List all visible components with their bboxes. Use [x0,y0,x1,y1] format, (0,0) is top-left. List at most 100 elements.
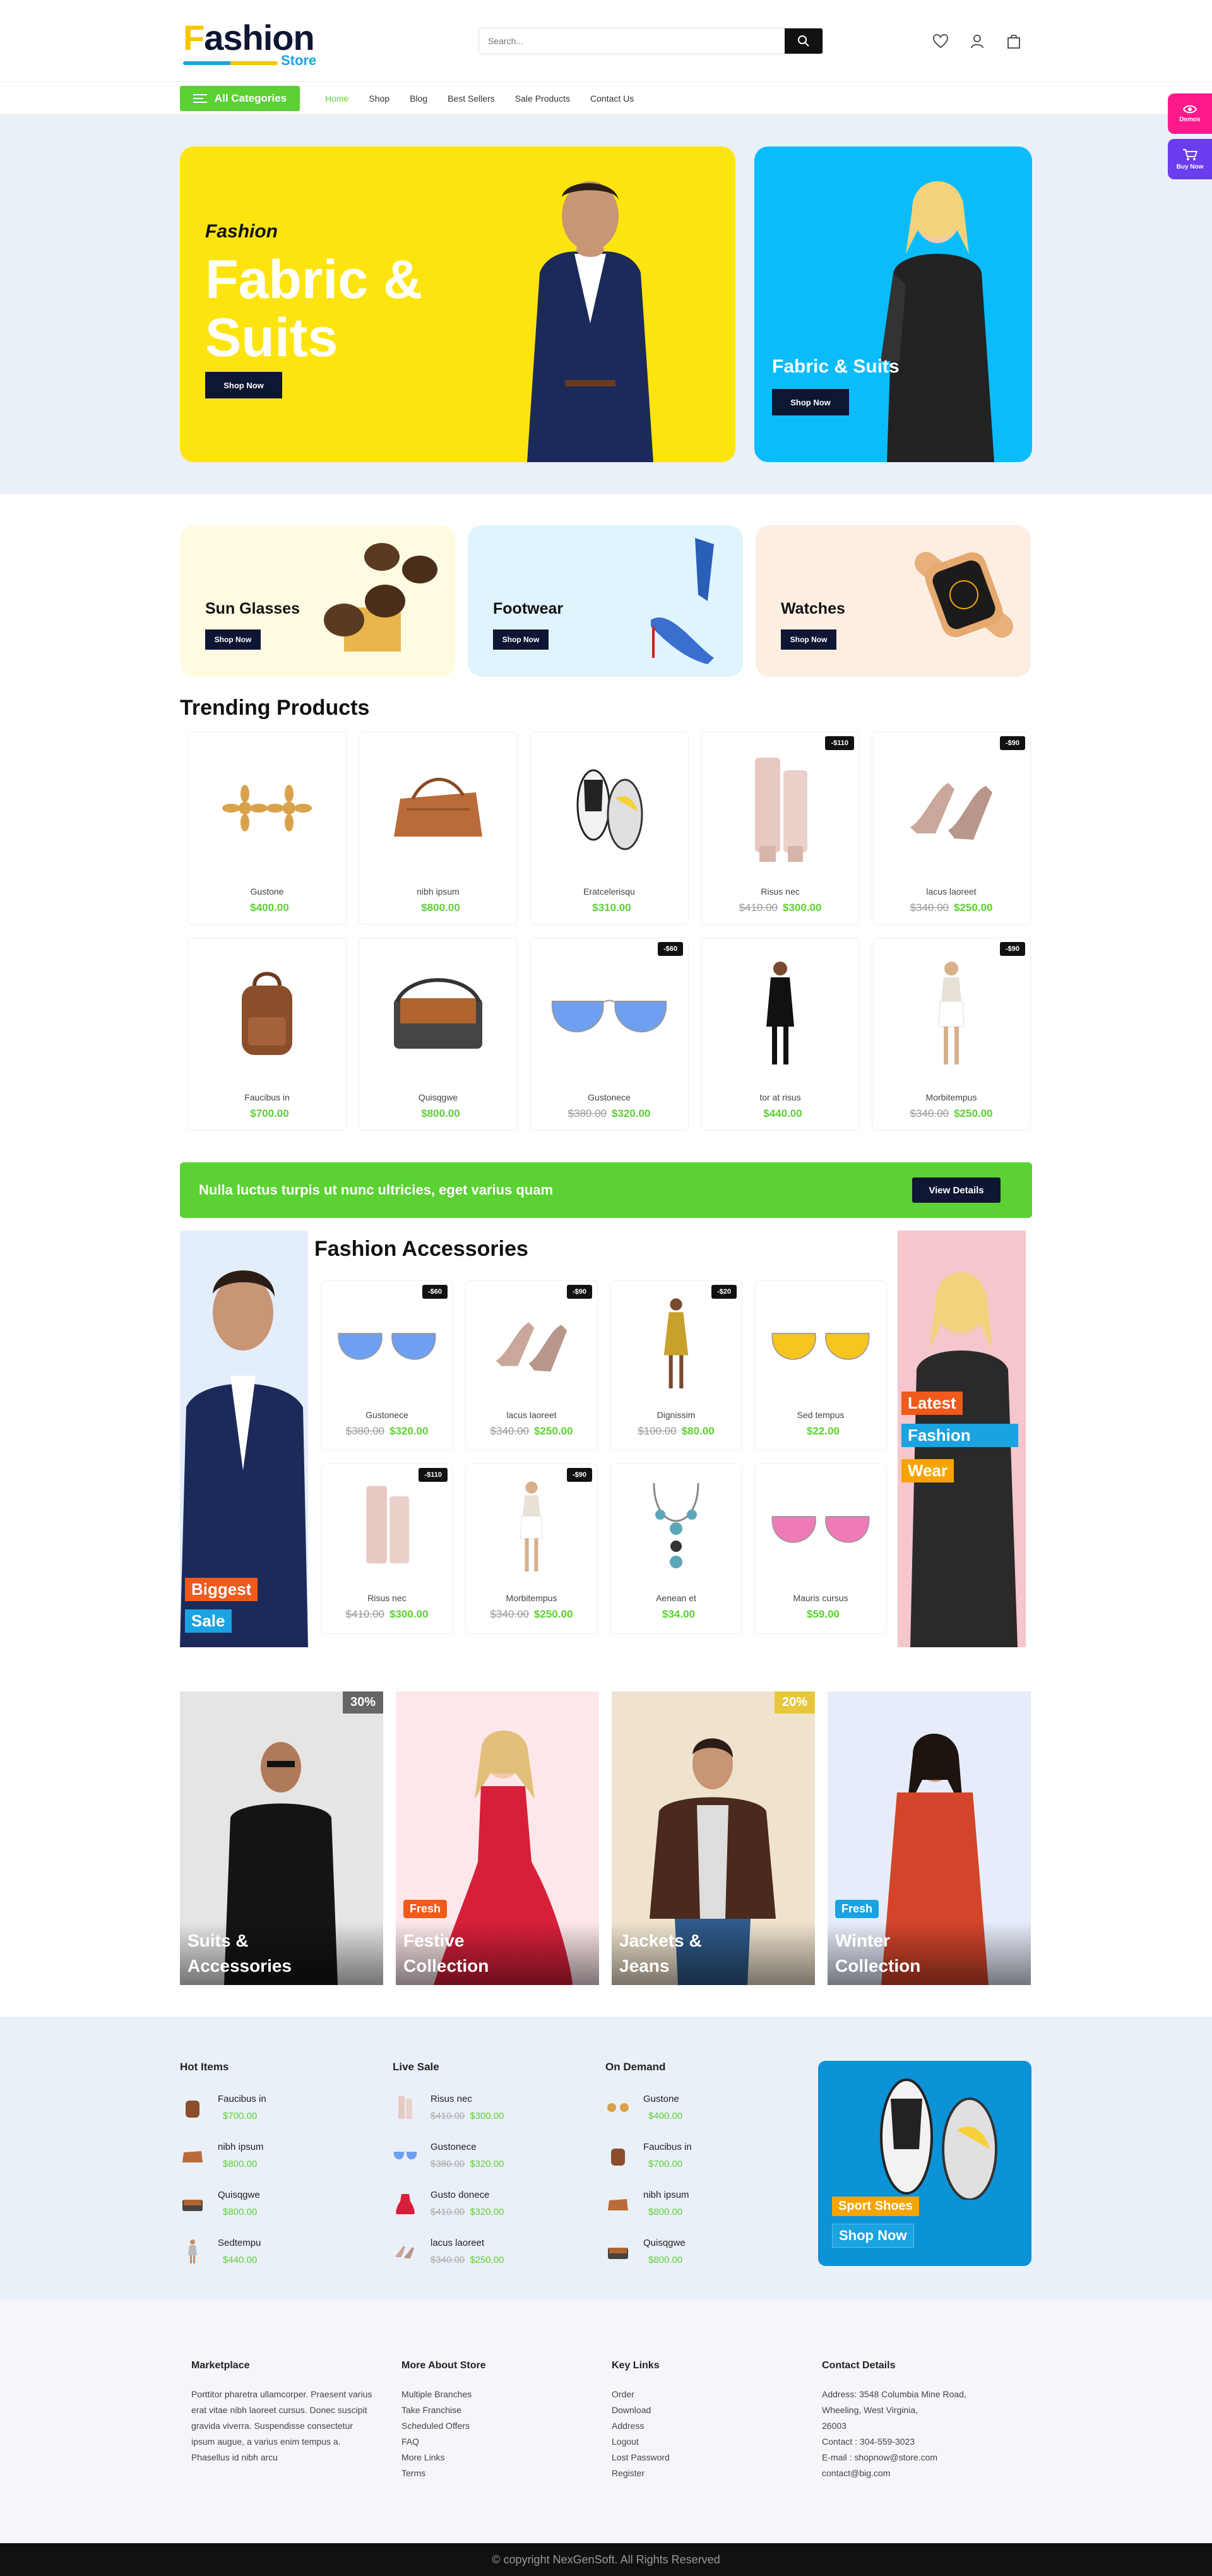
view-details-button[interactable]: View Details [912,1178,1001,1203]
heels-thumb-icon [395,2246,414,2258]
collection-card-festive[interactable]: Fresh Festive Collection [396,1691,599,1985]
nav-contact[interactable]: Contact Us [590,93,634,104]
man-in-suit-image [527,181,653,462]
promo-shop-now-button[interactable]: Shop Now [493,629,549,650]
list-item-name: Gustonece [431,2142,477,2152]
biggest-sale-banner[interactable]: Biggest Sale [180,1231,308,1647]
sale-tag: Sale [185,1609,232,1633]
wishlist-button[interactable] [932,32,949,50]
product-card[interactable]: -$110 Risus nec $410.00 $300.00 [321,1464,453,1634]
product-card[interactable]: -$90 Morbitempus $340.00 $250.00 [872,938,1031,1131]
hero-title: Fabric & Suits [205,249,423,368]
product-name: Morbitempus [925,1092,977,1102]
product-old-price: $410.00 [739,902,778,914]
list-item[interactable]: Risus nec $410.00 $300.00 [393,2091,605,2124]
list-item-price: $800.00 [648,2255,683,2265]
footer-link[interactable]: Logout [612,2434,822,2450]
search-button[interactable] [785,28,823,54]
list-item[interactable]: lacus laoreet $340.00 $250.00 [393,2235,605,2268]
list-item[interactable]: Gusto donece $410.00 $320.00 [393,2187,605,2220]
footer-link[interactable]: Address [612,2418,822,2434]
footer-marketplace-text: Porttitor pharetra ullamcorper. Praesent… [191,2389,372,2462]
list-item[interactable]: Faucibus in $700.00 [180,2091,393,2124]
site-logo[interactable]: Fashion Store [180,16,325,68]
list-item[interactable]: Gustonece $380.00 $320.00 [393,2139,605,2172]
product-card[interactable]: -$110 Risus nec $410.00 $300.00 [701,732,860,925]
list-item[interactable]: Sedtempu $440.00 [180,2235,393,2268]
latest-fashion-banner[interactable]: Latest Fashion Wear [898,1231,1026,1647]
account-button[interactable] [968,32,986,50]
product-card[interactable]: -$60 Gustonece $380.00 $320.00 [321,1280,453,1451]
promo-shop-now-button[interactable]: Shop Now [205,629,261,650]
demos-side-tab[interactable]: Demos [1168,93,1212,134]
footer-link[interactable]: Terms [401,2466,612,2481]
product-card[interactable]: Sed tempus $22.00 [754,1280,887,1451]
list-item[interactable]: Quisqgwe $800.00 [180,2187,393,2220]
product-name: nibh ipsum [417,886,460,897]
product-card[interactable]: Mauris cursus $59.00 [754,1464,887,1634]
product-card[interactable]: -$60 Gustonece $380.00 $320.00 [530,938,689,1131]
product-price: $250.00 [954,1107,993,1119]
product-card[interactable]: nibh ipsum $800.00 [359,732,518,925]
sport-shoes-shop-now-button[interactable]: Shop Now [832,2224,914,2248]
product-card[interactable]: Quisqgwe $800.00 [359,938,518,1131]
product-card[interactable]: Gustone $400.00 [187,732,347,925]
list-item-name: Faucibus in [218,2094,266,2104]
footer-link[interactable]: Register [612,2466,822,2481]
nav-shop[interactable]: Shop [369,93,389,104]
contact-line[interactable]: contact@big.com [822,2466,1032,2481]
discount-badge: -$110 [825,736,854,750]
pink-sunglasses-image [771,1516,870,1543]
promo-shop-now-button[interactable]: Shop Now [781,629,836,650]
watch-image [915,552,1013,638]
footer-link[interactable]: Multiple Branches [401,2387,612,2402]
hero-side-shop-now-button[interactable]: Shop Now [772,389,849,415]
product-price: $34.00 [662,1608,695,1620]
discount-badge: -$90 [566,1468,592,1482]
earrings-thumb-icon [607,2103,629,2112]
search-input[interactable] [479,28,785,54]
all-categories-button[interactable]: All Categories [180,86,300,111]
collection-card-suits[interactable]: 30% Suits & Accessories [180,1691,383,1985]
collection-card-jackets[interactable]: 20% Jackets & Jeans [612,1691,815,1985]
footer-heading: More About Store [401,2360,486,2371]
nav-best-sellers[interactable]: Best Sellers [448,93,495,104]
buy-now-side-tab[interactable]: Buy Now [1168,139,1212,179]
list-item[interactable]: nibh ipsum $800.00 [180,2139,393,2172]
product-card[interactable]: tor at risus $440.00 [701,938,860,1131]
list-item[interactable]: Faucibus in $700.00 [605,2139,818,2172]
list-item[interactable]: nibh ipsum $800.00 [605,2187,818,2220]
product-card[interactable]: Eratcelerisqu $310.00 [530,732,689,925]
footer-heading: Key Links [612,2360,660,2371]
collection-card-winter[interactable]: Fresh Winter Collection [828,1691,1031,1985]
cart-button[interactable] [1005,32,1023,50]
product-card[interactable]: -$20 Dignissim $100.00 $80.00 [610,1280,742,1451]
footer-link[interactable]: Order [612,2387,822,2402]
footer-link[interactable]: Download [612,2402,822,2418]
product-price: $440.00 [763,1107,802,1119]
list-item[interactable]: Quisqgwe $800.00 [605,2235,818,2268]
fresh-tag: Fresh [835,1900,879,1918]
footer-link[interactable]: More Links [401,2450,612,2466]
nav-blog[interactable]: Blog [410,93,427,104]
yellow-sunglasses-image [771,1333,870,1360]
footer-link[interactable]: Lost Password [612,2450,822,2466]
hero-shop-now-button[interactable]: Shop Now [205,372,282,398]
hero-main-banner: Fashion Fabric & Suits Shop Now [180,146,735,462]
nav-home[interactable]: Home [325,93,348,104]
sport-shoes-banner[interactable]: Sport Shoes Shop Now [818,2061,1031,2266]
product-card[interactable]: -$90 lacus laoreet $340.00 $250.00 [872,732,1031,925]
nav-sale-products[interactable]: Sale Products [515,93,570,104]
product-price: $400.00 [250,902,289,914]
contact-line[interactable]: E-mail : shopnow@store.com [822,2450,1032,2466]
product-card[interactable]: -$90 Morbitempus $340.00 $250.00 [465,1464,598,1634]
footer-link[interactable]: FAQ [401,2434,612,2450]
promo-footwear: Footwear Shop Now [468,525,743,677]
footer-link[interactable]: Take Franchise [401,2402,612,2418]
product-card[interactable]: Aenean et $34.00 [610,1464,742,1634]
footer-link[interactable]: Scheduled Offers [401,2418,612,2434]
list-item[interactable]: Gustone $400.00 [605,2091,818,2124]
product-card[interactable]: Faucibus in $700.00 [187,938,347,1131]
contact-line: 26003 [822,2421,847,2431]
product-card[interactable]: -$90 lacus laoreet $340.00 $250.00 [465,1280,598,1451]
